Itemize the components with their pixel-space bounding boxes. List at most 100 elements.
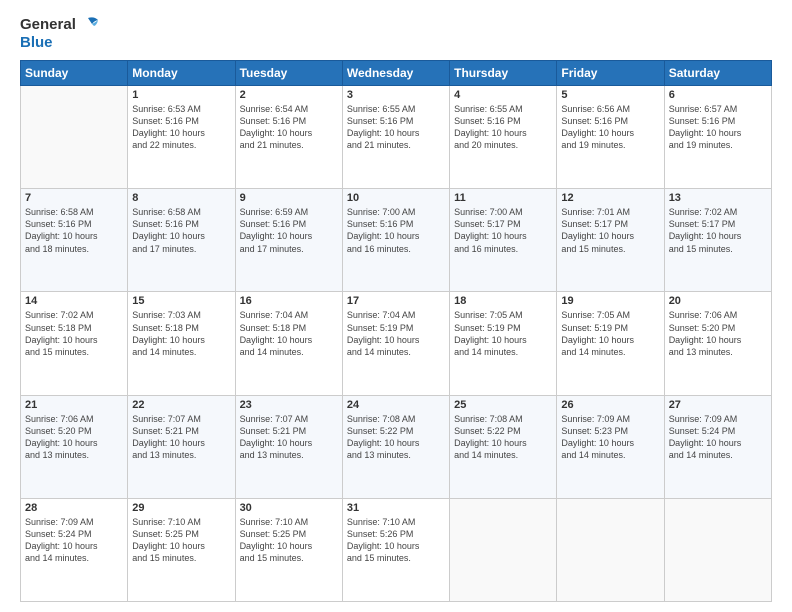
day-number: 3 [347,89,445,101]
day-info: Sunrise: 7:01 AM Sunset: 5:17 PM Dayligh… [561,206,659,255]
calendar-cell: 23 Sunrise: 7:07 AM Sunset: 5:21 PM Dayli… [235,395,342,498]
calendar-cell: 14 Sunrise: 7:02 AM Sunset: 5:18 PM Dayli… [21,292,128,395]
day-number: 18 [454,295,552,307]
calendar-cell: 9 Sunrise: 6:59 AM Sunset: 5:16 PM Daylig… [235,189,342,292]
day-info: Sunrise: 7:03 AM Sunset: 5:18 PM Dayligh… [132,309,230,358]
day-info: Sunrise: 6:55 AM Sunset: 5:16 PM Dayligh… [347,103,445,152]
calendar-cell: 18 Sunrise: 7:05 AM Sunset: 5:19 PM Dayli… [450,292,557,395]
calendar-cell: 29 Sunrise: 7:10 AM Sunset: 5:25 PM Dayli… [128,498,235,601]
calendar-cell: 6Sunrise: 6:57 AM Sunset: 5:16 PM Daylig… [664,86,771,189]
day-number: 7 [25,192,123,204]
calendar-cell: 27 Sunrise: 7:09 AM Sunset: 5:24 PM Dayli… [664,395,771,498]
day-number: 13 [669,192,767,204]
day-info: Sunrise: 7:04 AM Sunset: 5:18 PM Dayligh… [240,309,338,358]
calendar-cell: 7 Sunrise: 6:58 AM Sunset: 5:16 PM Daylig… [21,189,128,292]
day-number: 4 [454,89,552,101]
calendar-cell: 15 Sunrise: 7:03 AM Sunset: 5:18 PM Dayli… [128,292,235,395]
calendar-cell: 4 Sunrise: 6:55 AM Sunset: 5:16 PM Daylig… [450,86,557,189]
logo: General Blue [20,16,100,52]
calendar-cell: 10 Sunrise: 7:00 AM Sunset: 5:16 PM Dayli… [342,189,449,292]
day-info: Sunrise: 6:58 AM Sunset: 5:16 PM Dayligh… [132,206,230,255]
calendar-cell: 5 Sunrise: 6:56 AM Sunset: 5:16 PM Daylig… [557,86,664,189]
weekday-header-saturday: Saturday [664,61,771,86]
day-info: Sunrise: 7:07 AM Sunset: 5:21 PM Dayligh… [132,413,230,462]
day-number: 10 [347,192,445,204]
calendar-cell [450,498,557,601]
calendar-week-row: 7 Sunrise: 6:58 AM Sunset: 5:16 PM Daylig… [21,189,772,292]
weekday-header-sunday: Sunday [21,61,128,86]
page: General Blue SundayMondayTuesdayWednesda… [0,0,792,612]
day-info: Sunrise: 7:06 AM Sunset: 5:20 PM Dayligh… [25,413,123,462]
day-number: 9 [240,192,338,204]
calendar-cell: 12 Sunrise: 7:01 AM Sunset: 5:17 PM Dayli… [557,189,664,292]
day-number: 29 [132,502,230,514]
calendar-cell: 31 Sunrise: 7:10 AM Sunset: 5:26 PM Dayli… [342,498,449,601]
day-number: 23 [240,399,338,411]
calendar-week-row: 21 Sunrise: 7:06 AM Sunset: 5:20 PM Dayli… [21,395,772,498]
calendar-cell: 24 Sunrise: 7:08 AM Sunset: 5:22 PM Dayli… [342,395,449,498]
day-info: Sunrise: 7:09 AM Sunset: 5:23 PM Dayligh… [561,413,659,462]
day-number: 12 [561,192,659,204]
calendar-cell: 20Sunrise: 7:06 AM Sunset: 5:20 PM Dayli… [664,292,771,395]
day-info: Sunrise: 7:05 AM Sunset: 5:19 PM Dayligh… [454,309,552,358]
calendar-cell [21,86,128,189]
logo-bird-icon [78,16,100,34]
day-number: 25 [454,399,552,411]
day-info: Sunrise: 7:08 AM Sunset: 5:22 PM Dayligh… [347,413,445,462]
day-number: 28 [25,502,123,514]
weekday-header-friday: Friday [557,61,664,86]
day-number: 24 [347,399,445,411]
weekday-header-monday: Monday [128,61,235,86]
logo-general: General [20,16,76,34]
day-number: 11 [454,192,552,204]
day-number: 2 [240,89,338,101]
day-info: Sunrise: 7:10 AM Sunset: 5:26 PM Dayligh… [347,516,445,565]
day-number: 17 [347,295,445,307]
day-info: Sunrise: 7:08 AM Sunset: 5:22 PM Dayligh… [454,413,552,462]
day-number: 15 [132,295,230,307]
day-number: 8 [132,192,230,204]
calendar-cell: 22 Sunrise: 7:07 AM Sunset: 5:21 PM Dayli… [128,395,235,498]
calendar-cell: 19 Sunrise: 7:05 AM Sunset: 5:19 PM Dayli… [557,292,664,395]
day-info: Sunrise: 7:07 AM Sunset: 5:21 PM Dayligh… [240,413,338,462]
day-info: Sunrise: 7:02 AM Sunset: 5:17 PM Dayligh… [669,206,767,255]
calendar-cell [664,498,771,601]
calendar-cell: 13 Sunrise: 7:02 AM Sunset: 5:17 PM Dayli… [664,189,771,292]
day-info: Sunrise: 6:58 AM Sunset: 5:16 PM Dayligh… [25,206,123,255]
day-number: 5 [561,89,659,101]
day-number: 14 [25,295,123,307]
day-number: 1 [132,89,230,101]
day-info: Sunrise: 7:00 AM Sunset: 5:16 PM Dayligh… [347,206,445,255]
day-number: 30 [240,502,338,514]
calendar-cell: 1Sunrise: 6:53 AM Sunset: 5:16 PM Daylig… [128,86,235,189]
calendar-cell: 16Sunrise: 7:04 AM Sunset: 5:18 PM Dayli… [235,292,342,395]
day-number: 26 [561,399,659,411]
calendar-week-row: 14 Sunrise: 7:02 AM Sunset: 5:18 PM Dayli… [21,292,772,395]
day-info: Sunrise: 7:10 AM Sunset: 5:25 PM Dayligh… [132,516,230,565]
weekday-header-row: SundayMondayTuesdayWednesdayThursdayFrid… [21,61,772,86]
weekday-header-tuesday: Tuesday [235,61,342,86]
calendar-cell: 28 Sunrise: 7:09 AM Sunset: 5:24 PM Dayli… [21,498,128,601]
day-info: Sunrise: 7:02 AM Sunset: 5:18 PM Dayligh… [25,309,123,358]
day-number: 6 [669,89,767,101]
day-info: Sunrise: 7:09 AM Sunset: 5:24 PM Dayligh… [669,413,767,462]
day-info: Sunrise: 7:05 AM Sunset: 5:19 PM Dayligh… [561,309,659,358]
day-number: 20 [669,295,767,307]
calendar-cell: 25 Sunrise: 7:08 AM Sunset: 5:22 PM Dayli… [450,395,557,498]
day-info: Sunrise: 7:09 AM Sunset: 5:24 PM Dayligh… [25,516,123,565]
logo-blue: Blue [20,34,53,52]
day-info: Sunrise: 6:59 AM Sunset: 5:16 PM Dayligh… [240,206,338,255]
day-info: Sunrise: 6:55 AM Sunset: 5:16 PM Dayligh… [454,103,552,152]
calendar-cell: 30Sunrise: 7:10 AM Sunset: 5:25 PM Dayli… [235,498,342,601]
calendar-cell: 3 Sunrise: 6:55 AM Sunset: 5:16 PM Daylig… [342,86,449,189]
day-number: 31 [347,502,445,514]
calendar-cell: 11Sunrise: 7:00 AM Sunset: 5:17 PM Dayli… [450,189,557,292]
weekday-header-thursday: Thursday [450,61,557,86]
day-info: Sunrise: 6:56 AM Sunset: 5:16 PM Dayligh… [561,103,659,152]
calendar-cell: 21 Sunrise: 7:06 AM Sunset: 5:20 PM Dayli… [21,395,128,498]
day-number: 22 [132,399,230,411]
day-info: Sunrise: 7:04 AM Sunset: 5:19 PM Dayligh… [347,309,445,358]
day-number: 27 [669,399,767,411]
day-number: 21 [25,399,123,411]
day-number: 19 [561,295,659,307]
